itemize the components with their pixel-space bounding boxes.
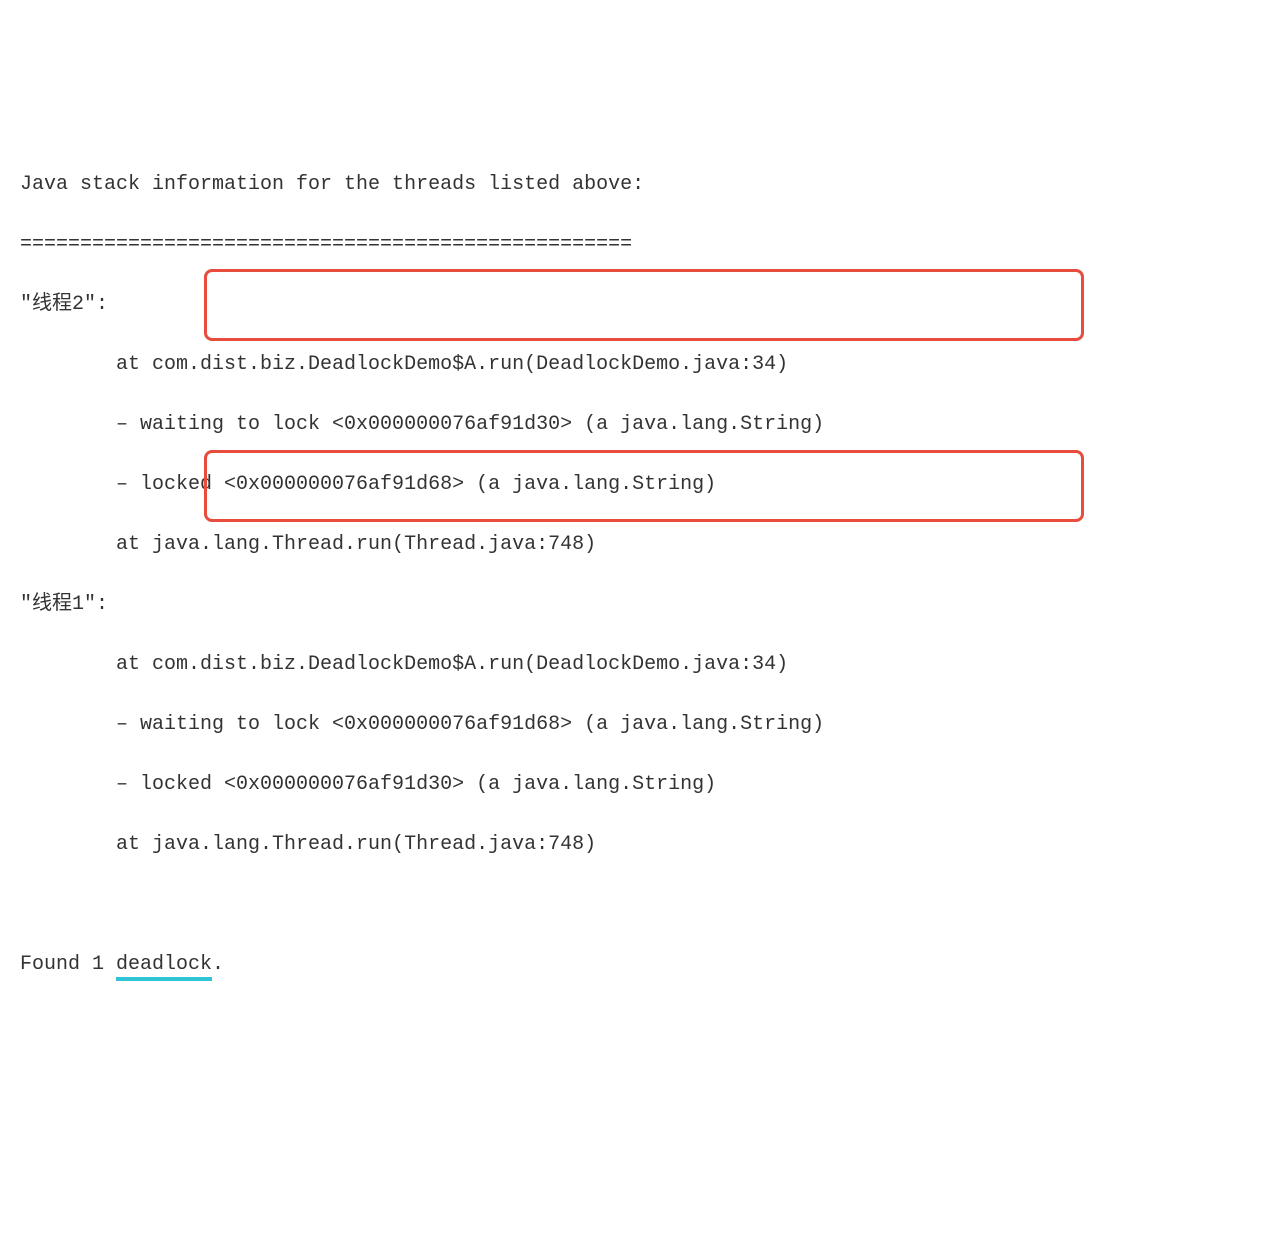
thread-name-0: "线程2": — [20, 290, 1266, 320]
footer-deadlock-word: deadlock — [116, 953, 212, 981]
stack-line: at java.lang.Thread.run(Thread.java:748) — [20, 830, 1266, 860]
footer-prefix: Found 1 — [20, 953, 116, 976]
blank-line — [20, 890, 1266, 920]
stack-line-waiting: – waiting to lock <0x000000076af91d30> (… — [20, 410, 1266, 440]
stack-trace-output: Java stack information for the threads l… — [20, 140, 1266, 1070]
stack-line: at java.lang.Thread.run(Thread.java:748) — [20, 530, 1266, 560]
stack-line-waiting: – waiting to lock <0x000000076af91d68> (… — [20, 710, 1266, 740]
footer-suffix: . — [212, 953, 224, 976]
thread-name-1: "线程1": — [20, 590, 1266, 620]
stack-line: at com.dist.biz.DeadlockDemo$A.run(Deadl… — [20, 350, 1266, 380]
header-separator: ========================================… — [20, 230, 1266, 260]
stack-line-locked: – locked <0x000000076af91d30> (a java.la… — [20, 770, 1266, 800]
footer-summary: Found 1 deadlock. — [20, 950, 1266, 980]
stack-line: at com.dist.biz.DeadlockDemo$A.run(Deadl… — [20, 650, 1266, 680]
header-title: Java stack information for the threads l… — [20, 170, 1266, 200]
stack-line-locked: – locked <0x000000076af91d68> (a java.la… — [20, 470, 1266, 500]
